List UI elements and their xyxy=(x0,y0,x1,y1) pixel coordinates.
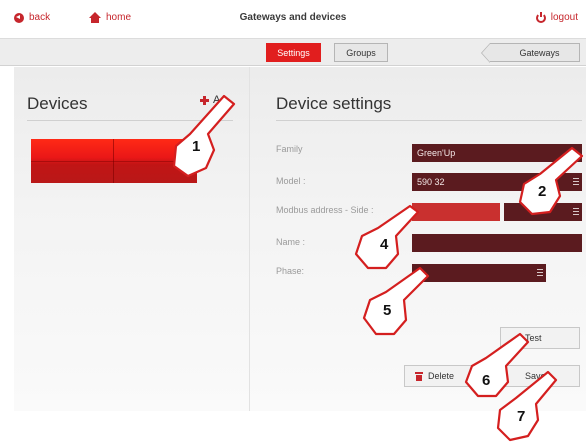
device-settings-title: Device settings xyxy=(276,94,392,113)
callout-number: 7 xyxy=(517,408,526,425)
logout-label: logout xyxy=(550,12,578,23)
modbus-address-input[interactable] xyxy=(412,203,500,221)
delete-label: Delete xyxy=(428,371,455,381)
gateways-back-tab[interactable]: Gateways xyxy=(481,43,580,63)
menu-icon xyxy=(573,208,579,215)
test-label: Test xyxy=(525,333,542,343)
devices-title: Devices xyxy=(27,94,88,113)
family-field[interactable]: Green'Up xyxy=(412,144,582,162)
trash-icon xyxy=(415,371,423,381)
callout-number: 5 xyxy=(383,302,392,319)
test-button[interactable]: Test xyxy=(500,327,580,349)
callout-number: 4 xyxy=(380,236,389,253)
callout-number: 2 xyxy=(538,183,547,200)
model-value: 590 32 xyxy=(417,177,445,187)
add-label: A xyxy=(213,94,221,106)
family-label: Family xyxy=(276,144,303,154)
top-bar: back home Gateways and devices logout xyxy=(0,0,586,38)
main-content: Devices A Device settings Family Green'U… xyxy=(14,67,586,411)
model-label: Model : xyxy=(276,176,306,186)
tabs-bar: Settings Groups Gateways xyxy=(0,38,586,66)
tile-divider xyxy=(31,161,197,162)
power-icon xyxy=(535,11,546,23)
callout-number: 6 xyxy=(482,372,491,389)
tab-groups[interactable]: Groups xyxy=(334,43,388,62)
divider xyxy=(27,120,233,121)
save-label: Save xyxy=(525,371,546,381)
phase-select[interactable] xyxy=(412,264,546,282)
devices-panel: Devices A xyxy=(14,67,250,411)
plus-icon xyxy=(200,95,209,105)
menu-icon xyxy=(537,269,543,276)
logout-link[interactable]: logout xyxy=(535,11,578,23)
tab-settings[interactable]: Settings xyxy=(266,43,321,62)
page-title: Gateways and devices xyxy=(239,12,347,23)
add-device-button[interactable]: A xyxy=(200,94,220,106)
side-select[interactable] xyxy=(504,203,582,221)
name-input[interactable] xyxy=(412,234,582,252)
divider xyxy=(276,120,582,121)
save-button[interactable]: Save xyxy=(500,365,580,387)
device-tile[interactable] xyxy=(31,139,197,183)
model-select[interactable]: 590 32 xyxy=(412,173,582,191)
family-value: Green'Up xyxy=(417,148,456,158)
app-window: back home Gateways and devices logout Se… xyxy=(0,0,586,448)
callout-number: 1 xyxy=(192,138,201,155)
name-label: Name : xyxy=(276,237,306,247)
delete-button[interactable]: Delete xyxy=(404,365,482,387)
phase-label: Phase: xyxy=(276,266,305,276)
menu-icon xyxy=(573,178,579,185)
modbus-label: Modbus address - Side : xyxy=(276,205,374,215)
